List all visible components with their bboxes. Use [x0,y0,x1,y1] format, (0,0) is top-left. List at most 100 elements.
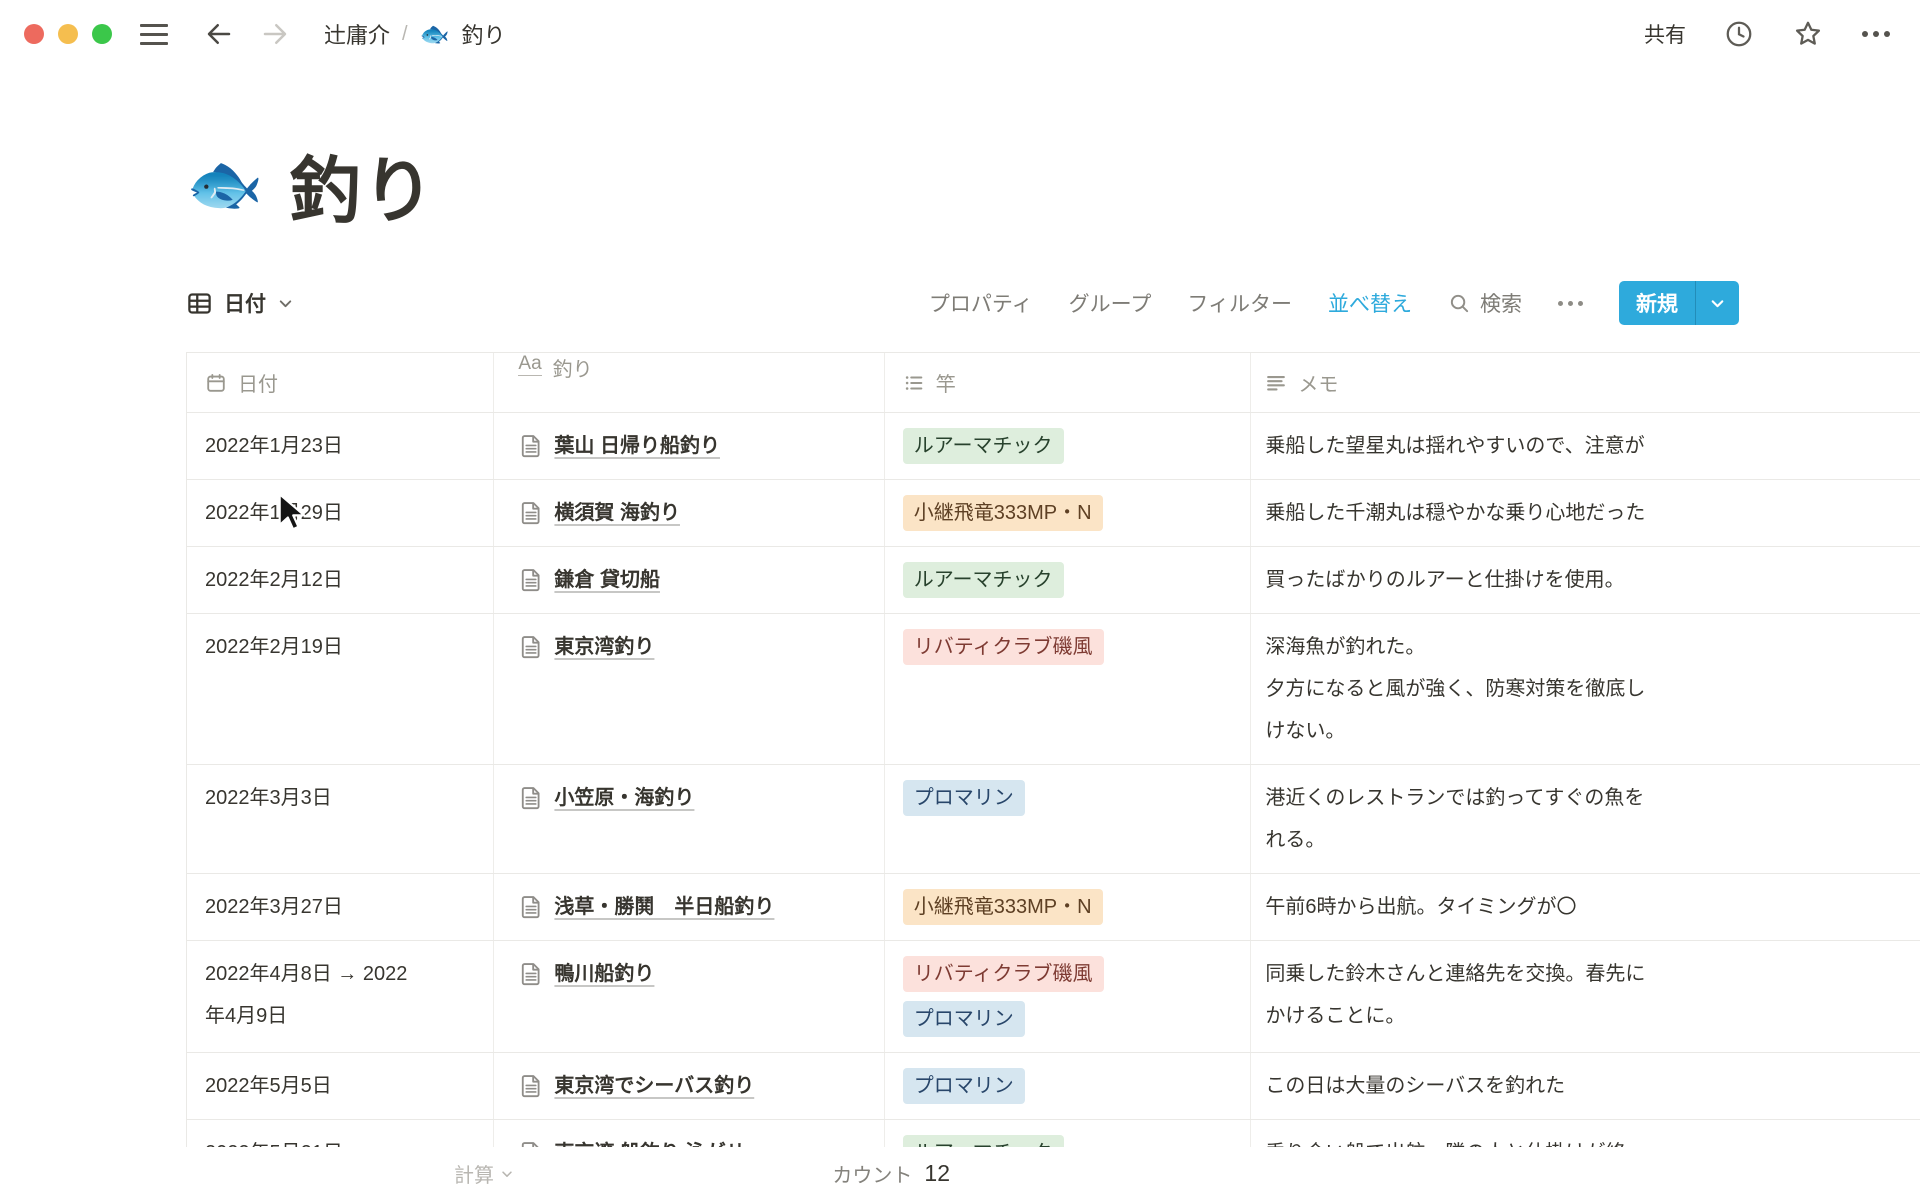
page-icon [518,500,544,526]
cell-date[interactable]: 2022年4月8日 → 2022年4月9日 [187,941,494,1052]
page-link[interactable]: 東京湾 船釣り 泳がせ [554,1132,745,1147]
zoom-window-button[interactable] [92,24,112,44]
minimize-window-button[interactable] [58,24,78,44]
cell-memo[interactable]: 乗船した千潮丸は穏やかな乗り心地だった [1251,480,1920,546]
cell-rod[interactable]: リバティクラブ磯風 [885,614,1252,764]
cell-title[interactable]: 横須賀 海釣り [494,480,884,546]
more-options-icon[interactable] [1862,31,1890,37]
group-button[interactable]: グループ [1069,288,1152,318]
cell-date[interactable]: 2022年5月5日 [187,1053,494,1119]
back-button[interactable] [204,19,234,49]
cell-rod[interactable]: リバティクラブ磯風プロマリン [885,941,1252,1052]
column-header-title[interactable]: Aa 釣り [494,353,884,412]
properties-button[interactable]: プロパティ [929,288,1033,318]
forward-button[interactable] [260,19,290,49]
cell-title[interactable]: 鎌倉 貸切船 [494,547,884,613]
cell-rod[interactable]: プロマリン [885,1053,1252,1119]
rod-tag[interactable]: プロマリン [903,1068,1025,1104]
date-text: 2022年5月21日 [205,1132,483,1147]
breadcrumb: 辻庸介 / 🐟 釣り [324,18,505,50]
cell-rod[interactable]: 小継飛竜333MP・N [885,874,1252,940]
page-link[interactable]: 小笠原・海釣り [554,777,694,819]
table-row: 2022年1月29日 横須賀 海釣り 小継飛竜333MP・N 乗船した千潮丸は穏やかな… [186,480,1920,547]
table-footer: 計算 カウント 12 [186,1147,1920,1200]
cell-memo[interactable]: 港近くのレストランでは釣ってすぐの魚をれる。 [1251,765,1920,873]
page-link[interactable]: 葉山 日帰り船釣り [554,425,720,467]
new-button[interactable]: 新規 [1619,281,1739,325]
cell-date[interactable]: 2022年3月3日 [187,765,494,873]
cell-memo[interactable]: 同乗した鈴木さんと連絡先を交換。春先にかけることに。 [1251,941,1920,1052]
cell-rod[interactable]: 小継飛竜333MP・N [885,480,1252,546]
page-link[interactable]: 浅草・勝鬨 半日船釣り [554,886,774,928]
page-link[interactable]: 横須賀 海釣り [554,492,680,534]
cell-title[interactable]: 東京湾 船釣り 泳がせ [494,1120,884,1147]
breadcrumb-page[interactable]: 釣り [461,18,505,50]
page-link[interactable]: 鴨川船釣り [554,953,654,995]
cell-title[interactable]: 浅草・勝鬨 半日船釣り [494,874,884,940]
rod-tag[interactable]: プロマリン [903,780,1025,816]
page-link[interactable]: 鎌倉 貸切船 [554,559,660,601]
cell-memo[interactable]: 午前6時から出航。タイミングが〇 [1251,874,1920,940]
rod-tag[interactable]: 小継飛竜333MP・N [903,495,1103,531]
cell-title[interactable]: 東京湾釣り [494,614,884,764]
cell-rod[interactable]: ルアーマチック [885,547,1252,613]
page-link[interactable]: 東京湾釣り [554,626,654,668]
updates-clock-icon[interactable] [1724,19,1754,49]
rod-tag[interactable]: 小継飛竜333MP・N [903,889,1103,925]
new-button-caret[interactable] [1696,281,1739,325]
cell-date[interactable]: 2022年5月21日 [187,1120,494,1147]
column-header-rod[interactable]: 竿 [885,353,1252,412]
column-header-memo[interactable]: メモ [1251,353,1920,412]
cell-rod[interactable]: ルアーマチック [885,413,1252,479]
page-emoji-icon: 🐟 [420,20,450,49]
view-selector[interactable]: 日付 [186,280,294,326]
cell-rod[interactable]: ルアーマチック [885,1120,1252,1147]
rod-tag[interactable]: ルアーマチック [903,1135,1064,1147]
page-emoji-icon[interactable]: 🐟 [186,154,263,216]
cell-title[interactable]: 東京湾でシーバス釣り [494,1053,884,1119]
count-summary[interactable]: カウント 12 [530,1147,967,1200]
cell-memo[interactable]: 買ったばかりのルアーと仕掛けを使用。 [1251,547,1920,613]
cell-date[interactable]: 2022年1月29日 [187,480,494,546]
rod-tag[interactable]: プロマリン [903,1001,1025,1037]
table-row: 2022年5月21日 東京湾 船釣り 泳がせ ルアーマチック 乗り合い船で出航。隣の人… [186,1120,1920,1147]
table-row: 2022年1月23日 葉山 日帰り船釣り ルアーマチック 乗船した望星丸は揺れやすいの… [186,413,1920,480]
calculate-button[interactable]: 計算 [186,1147,530,1200]
new-button-label[interactable]: 新規 [1619,281,1695,325]
sort-button[interactable]: 並べ替え [1328,288,1412,318]
cell-date[interactable]: 2022年1月23日 [187,413,494,479]
rod-tag[interactable]: リバティクラブ磯風 [903,956,1104,992]
page-link[interactable]: 東京湾でシーバス釣り [554,1065,754,1107]
column-label: 日付 [238,368,278,397]
date-text: 2022年2月19日 [205,626,483,668]
breadcrumb-workspace[interactable]: 辻庸介 [324,18,390,50]
cell-memo[interactable]: 深海魚が釣れた。夕方になると風が強く、防寒対策を徹底しけない。 [1251,614,1920,764]
cell-date[interactable]: 2022年2月19日 [187,614,494,764]
column-header-date[interactable]: 日付 [187,353,494,412]
close-window-button[interactable] [24,24,44,44]
chevron-down-icon [500,1167,514,1181]
sidebar-toggle-icon[interactable] [140,24,168,45]
filter-button[interactable]: フィルター [1187,288,1292,318]
cell-title[interactable]: 小笠原・海釣り [494,765,884,873]
table-header-row: 日付 Aa 釣り 竿 メモ [186,352,1920,413]
cell-memo[interactable]: この日は大量のシーバスを釣れた [1251,1053,1920,1119]
share-button[interactable]: 共有 [1644,19,1686,49]
cell-memo[interactable]: 乗船した望星丸は揺れやすいので、注意が [1251,413,1920,479]
rod-tag[interactable]: ルアーマチック [903,562,1064,598]
cell-memo[interactable]: 乗り合い船で出航。隣の人と仕掛けが絡 [1251,1120,1920,1147]
cell-date[interactable]: 2022年3月27日 [187,874,494,940]
cell-rod[interactable]: プロマリン [885,765,1252,873]
page-title[interactable]: 釣り [289,132,435,237]
rod-tag[interactable]: ルアーマチック [903,428,1064,464]
page-icon [518,961,544,987]
view-more-icon[interactable] [1558,301,1583,306]
cell-title[interactable]: 葉山 日帰り船釣り [494,413,884,479]
search-button[interactable]: 検索 [1448,288,1522,318]
cell-title[interactable]: 鴨川船釣り [494,941,884,1052]
memo-text: 午前6時から出航。タイミングが〇 [1265,886,1915,928]
cell-date[interactable]: 2022年2月12日 [187,547,494,613]
favorite-star-icon[interactable] [1792,18,1824,50]
rod-tag[interactable]: リバティクラブ磯風 [903,629,1104,665]
page-icon [518,567,544,593]
